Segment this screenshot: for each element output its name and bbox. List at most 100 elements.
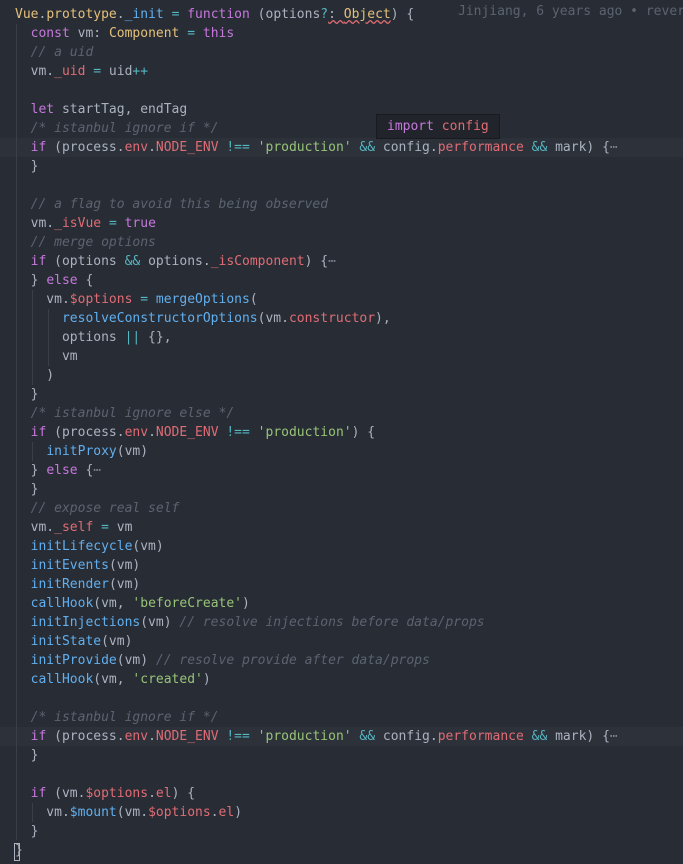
code-line[interactable]: /* istanbul ignore if */ [0, 708, 683, 727]
code-line[interactable]: // expose real self [0, 499, 683, 518]
code-line[interactable]: vm._self = vm [0, 518, 683, 537]
code-token: /* istanbul ignore if */ [15, 121, 219, 136]
code-token: // a uid [15, 45, 94, 60]
code-token: let [30, 102, 55, 117]
code-line[interactable]: options || {}, [0, 328, 683, 347]
code-token: Object [343, 7, 391, 22]
code-token: ? [320, 7, 329, 22]
code-line[interactable]: if (process.env.NODE_ENV !== 'production… [0, 138, 683, 157]
code-line[interactable]: initState(vm) [0, 632, 683, 651]
code-line[interactable]: } [0, 480, 683, 499]
code-line[interactable]: if (options && options._isComponent) {⋯ [0, 252, 683, 271]
code-line[interactable]: if (process.env.NODE_ENV !== 'production… [0, 727, 683, 746]
code-token: if [30, 729, 47, 744]
code-token: uid [101, 64, 133, 79]
code-line[interactable]: // a flag to avoid this being observed [0, 195, 683, 214]
code-token: (process. [46, 140, 125, 155]
code-token: (vm) [108, 577, 141, 592]
code-line[interactable]: if (process.env.NODE_ENV !== 'production… [0, 423, 683, 442]
code-token: $options [85, 786, 149, 801]
code-token: . [148, 425, 156, 440]
code-line[interactable]: initProxy(vm) [0, 442, 683, 461]
code-line[interactable]: callHook(vm, 'beforeCreate') [0, 594, 683, 613]
code-token: 'production' [257, 425, 352, 440]
code-line[interactable]: const vm: Component = this [0, 24, 683, 43]
code-token: 'production' [257, 140, 352, 155]
code-line[interactable]: ) [0, 366, 683, 385]
code-token: (options [46, 254, 125, 269]
code-line[interactable] [0, 689, 683, 708]
code-token: initProvide [30, 653, 117, 668]
code-line[interactable]: } [0, 157, 683, 176]
code-token: mark) { [547, 140, 610, 155]
code-token: NODE_ENV [155, 729, 219, 744]
code-token: /* istanbul ignore if */ [15, 710, 219, 725]
folded-region-icon[interactable]: ⋯ [93, 463, 101, 478]
code-line[interactable]: callHook(vm, 'created') [0, 670, 683, 689]
indent-guide [32, 803, 33, 822]
code-line[interactable]: } [0, 746, 683, 765]
code-line[interactable]: // merge options [0, 233, 683, 252]
code-token: (vm) [140, 615, 180, 630]
folded-region-icon[interactable]: ⋯ [610, 729, 618, 744]
code-line[interactable]: /* istanbul ignore if */ [0, 119, 683, 138]
code-line[interactable]: vm [0, 347, 683, 366]
code-token: el [155, 786, 172, 801]
code-token: } [15, 273, 47, 288]
code-line[interactable]: initRender(vm) [0, 575, 683, 594]
folded-region-icon[interactable]: ⋯ [328, 254, 336, 269]
code-token: (vm) [108, 558, 141, 573]
code-token: const [30, 26, 70, 41]
code-token: (vm) [116, 444, 149, 459]
code-token: 'production' [257, 729, 352, 744]
code-line[interactable]: initLifecycle(vm) [0, 537, 683, 556]
code-line[interactable]: } else { [0, 271, 683, 290]
code-token: config. [375, 729, 438, 744]
code-token: callHook [30, 672, 94, 687]
code-line[interactable] [0, 176, 683, 195]
code-token: ) { [304, 254, 329, 269]
code-line[interactable]: } [0, 385, 683, 404]
code-line[interactable]: if (vm.$options.el) { [0, 784, 683, 803]
folded-region-icon[interactable]: ⋯ [610, 140, 618, 155]
code-token: initInjections [30, 615, 141, 630]
code-token: = [187, 26, 196, 41]
code-line[interactable]: /* istanbul ignore else */ [0, 404, 683, 423]
code-token: (vm, [93, 672, 133, 687]
code-line[interactable]: } [0, 822, 683, 841]
code-line[interactable] [0, 81, 683, 100]
code-line[interactable] [0, 765, 683, 784]
code-token: !== [226, 729, 250, 744]
code-line[interactable]: initProvide(vm) // resolve provide after… [0, 651, 683, 670]
code-line[interactable]: initEvents(vm) [0, 556, 683, 575]
code-line[interactable]: } else {⋯ [0, 461, 683, 480]
code-line[interactable]: let startTag, endTag [0, 100, 683, 119]
code-token: _isVue [54, 216, 102, 231]
code-token: initRender [30, 577, 109, 592]
code-token: Component [108, 26, 180, 41]
code-token: options. [140, 254, 211, 269]
code-line[interactable]: } [0, 841, 683, 860]
code-token: : [328, 7, 344, 22]
code-line[interactable]: // a uid [0, 43, 683, 62]
code-token: NODE_ENV [155, 140, 219, 155]
code-token: ) { [390, 7, 415, 22]
code-line[interactable]: vm._uid = uid++ [0, 62, 683, 81]
text-cursor [14, 843, 20, 861]
code-token: 'created' [132, 672, 203, 687]
code-token: (process. [46, 425, 125, 440]
previous-line-fragment [0, 0, 683, 3]
code-line[interactable]: vm._isVue = true [0, 214, 683, 233]
code-line[interactable]: resolveConstructorOptions(vm.constructor… [0, 309, 683, 328]
code-line[interactable]: vm.$mount(vm.$options.el) [0, 803, 683, 822]
code-line[interactable]: initInjections(vm) // resolve injections… [0, 613, 683, 632]
code-token: = [93, 64, 102, 79]
code-line[interactable]: vm.$options = mergeOptions( [0, 290, 683, 309]
code-editor[interactable]: Vue.prototype._init = function (options?… [0, 0, 683, 864]
code-token: . [148, 786, 156, 801]
